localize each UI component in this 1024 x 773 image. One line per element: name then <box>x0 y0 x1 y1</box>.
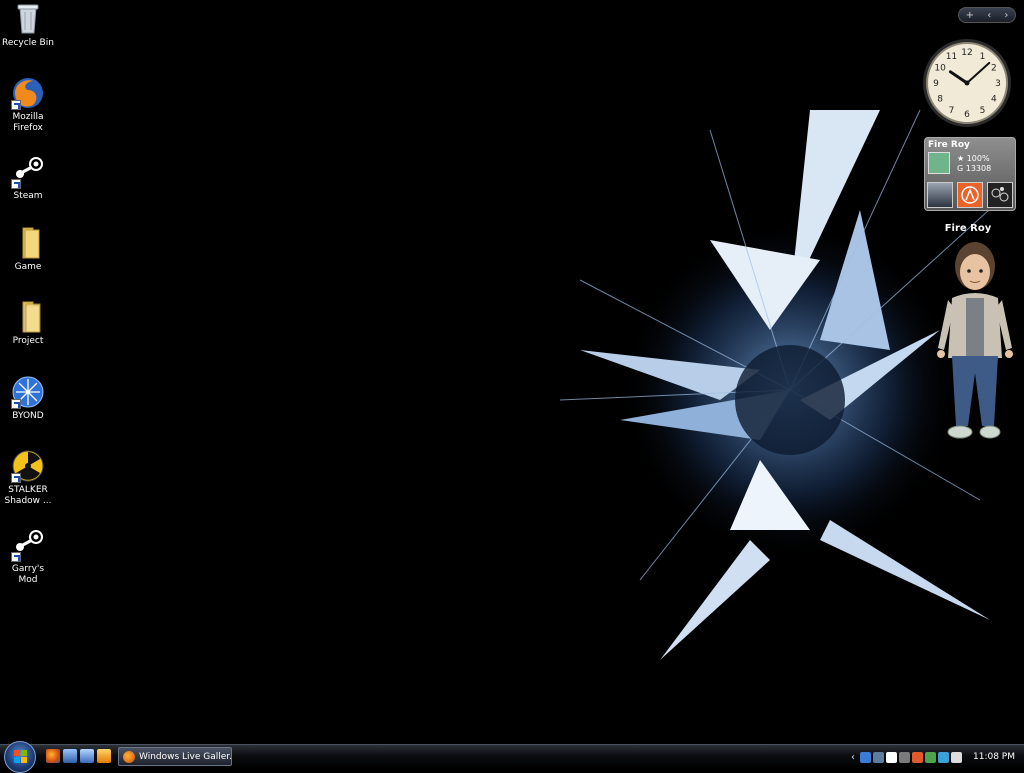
taskbar-window-title: Windows Live Galler... <box>139 751 232 762</box>
desktop-icon-label: Steam <box>13 191 43 201</box>
media-player-icon[interactable] <box>97 749 111 763</box>
byond-icon <box>11 375 45 409</box>
shortcut-arrow-icon <box>11 552 21 562</box>
desktop-icon-project-folder[interactable]: Project <box>0 300 56 347</box>
steam-tray-icon[interactable] <box>886 751 897 763</box>
desktop-icon-stalker[interactable]: STALKER Shadow ... <box>0 449 56 507</box>
shortcut-arrow-icon <box>11 100 21 110</box>
desktop-icon-label: Project <box>12 336 44 346</box>
firefox-icon <box>123 750 135 763</box>
reputation-value: 100% <box>966 154 990 163</box>
avatar-name: Fire Roy <box>944 223 992 234</box>
clock-numeral: 5 <box>980 106 986 116</box>
taskbar-clock[interactable]: 11:08 PM <box>968 749 1020 765</box>
network-icon[interactable] <box>860 751 871 763</box>
desktop-icon-label: BYOND <box>12 411 44 421</box>
battery-icon[interactable] <box>925 751 936 763</box>
folder-icon <box>11 226 45 260</box>
gamerscore-row: G 13308 <box>957 164 991 173</box>
previous-gadget-page-button[interactable]: ‹ <box>987 10 991 21</box>
show-desktop-icon[interactable] <box>63 749 77 763</box>
recent-game-tile[interactable] <box>927 182 953 208</box>
shortcut-arrow-icon <box>11 473 21 483</box>
show-hidden-icons-button[interactable]: ‹ <box>848 752 858 763</box>
half-life-game-tile[interactable] <box>957 182 983 208</box>
shortcut-arrow-icon <box>11 179 21 189</box>
printer-icon[interactable] <box>899 751 910 763</box>
desktop-icon-label-line-2: Shadow ... <box>4 496 52 506</box>
connection-icon[interactable] <box>938 751 949 763</box>
sidebar-gadget-control: + ‹ › <box>958 7 1016 23</box>
desktop-icon-label: Recycle Bin <box>2 38 54 48</box>
desktop-icon-steam[interactable]: Steam <box>0 155 56 202</box>
steam-icon <box>11 155 45 189</box>
desktop-icon-label: Garry's Mod <box>11 564 45 585</box>
xbox-gamercard-gadget[interactable]: Fire Roy ★ 100% G 13308 <box>924 137 1016 211</box>
taskbar-window-button[interactable]: Windows Live Galler... <box>118 747 232 766</box>
security-icon[interactable] <box>912 751 923 763</box>
gamerscore-value: 13308 <box>965 164 992 173</box>
clock-numeral: 3 <box>995 79 1001 89</box>
desktop-icon-label: Mozilla <box>12 112 44 122</box>
xbox-avatar <box>937 242 1013 439</box>
recent-game-tile[interactable] <box>987 182 1013 208</box>
display-icon[interactable] <box>873 751 884 763</box>
clock-numeral: 1 <box>980 52 986 62</box>
clock-numeral: 6 <box>964 110 970 120</box>
clock-numeral: 4 <box>991 95 997 105</box>
desktop: Recycle Bin Mozilla Firefox Steam Game P… <box>0 0 1024 744</box>
windows-logo-icon <box>14 750 27 763</box>
clock-numeral: 8 <box>937 95 943 105</box>
taskbar: Windows Live Galler... ‹ 11:08 PM <box>0 741 1024 773</box>
desktop-icon-label-line-2: Firefox <box>13 123 43 133</box>
clock-numeral: 7 <box>949 106 955 116</box>
start-button[interactable] <box>4 741 36 773</box>
clock-numeral: 11 <box>946 52 957 62</box>
desktop-icon-garrys-mod[interactable]: Garry's Mod <box>0 528 56 586</box>
recycle-bin-icon <box>11 2 45 36</box>
gamer-picture <box>928 152 950 174</box>
gamertag: Fire Roy <box>928 140 970 150</box>
notification-area: ‹ <box>848 748 962 766</box>
desktop-icon-label: Game <box>14 262 42 272</box>
next-gadget-page-button[interactable]: › <box>1004 10 1008 21</box>
clock-numeral: 9 <box>933 79 939 89</box>
star-icon: ★ <box>957 154 965 163</box>
desktop-icon-byond[interactable]: BYOND <box>0 375 56 422</box>
clock-numeral: 2 <box>991 64 997 74</box>
clock-numeral: 10 <box>934 64 946 74</box>
desktop-icon-game-folder[interactable]: Game <box>0 226 56 273</box>
add-gadget-button[interactable]: + <box>966 10 974 21</box>
radiation-icon <box>11 449 45 483</box>
reputation-row: ★ 100% <box>957 154 990 163</box>
folder-icon <box>11 300 45 334</box>
firefox-icon[interactable] <box>46 749 60 763</box>
clock-numeral: 12 <box>961 48 972 58</box>
gamerscore-icon: G <box>957 164 964 173</box>
quick-launch-bar <box>46 749 111 765</box>
volume-icon[interactable] <box>951 751 962 763</box>
shortcut-arrow-icon <box>11 399 21 409</box>
clock-gadget[interactable]: 12 12 3 45678 9 1011 <box>921 37 1013 129</box>
desktop-icon-label: STALKER <box>8 485 48 495</box>
switch-windows-icon[interactable] <box>80 749 94 763</box>
desktop-icon-recycle-bin[interactable]: Recycle Bin <box>0 2 56 49</box>
steam-icon <box>11 528 45 562</box>
firefox-icon <box>11 76 45 110</box>
desktop-icon-firefox[interactable]: Mozilla Firefox <box>0 76 56 134</box>
